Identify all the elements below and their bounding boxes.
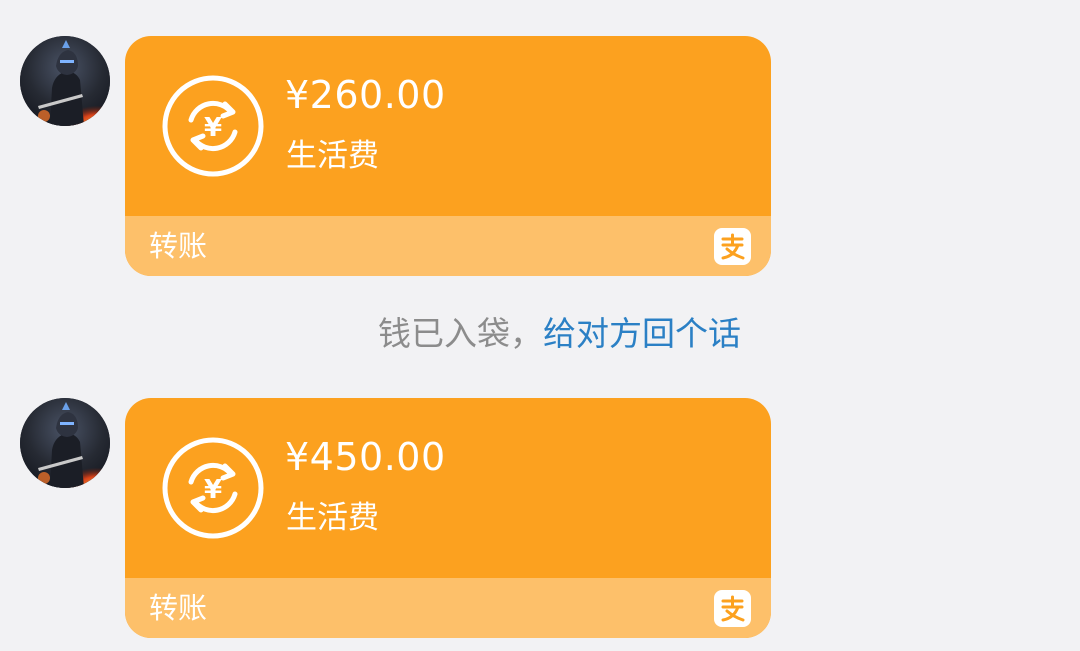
notice-text: 钱已入袋，	[378, 314, 543, 353]
transfer-memo: 生活费	[286, 138, 379, 174]
svg-text:¥: ¥	[204, 113, 222, 143]
avatar[interactable]	[20, 398, 110, 488]
reply-link[interactable]: 给对方回个话	[543, 314, 741, 353]
transfer-label: 转账	[149, 591, 208, 625]
transfer-amount: ¥260.00	[285, 73, 446, 117]
transfer-card-footer: 转账	[125, 578, 771, 638]
avatar[interactable]	[20, 36, 110, 126]
currency-exchange-icon: ¥	[162, 75, 264, 177]
chat-area: ¥ ¥260.00 生活费 转账 钱已入袋，给对方回个话 ¥ ¥450.00 生…	[0, 0, 1080, 651]
transfer-received-notice: 钱已入袋，给对方回个话	[0, 312, 1080, 356]
transfer-card[interactable]: ¥ ¥450.00 生活费 转账	[125, 398, 771, 638]
transfer-label: 转账	[149, 229, 208, 263]
alipay-icon	[714, 228, 751, 265]
transfer-amount: ¥450.00	[285, 435, 446, 479]
transfer-memo: 生活费	[286, 500, 379, 536]
transfer-card-body: ¥ ¥260.00 生活费	[125, 36, 771, 216]
currency-exchange-icon: ¥	[162, 437, 264, 539]
transfer-card[interactable]: ¥ ¥260.00 生活费 转账	[125, 36, 771, 276]
alipay-icon	[714, 590, 751, 627]
transfer-card-footer: 转账	[125, 216, 771, 276]
svg-text:¥: ¥	[204, 475, 222, 505]
transfer-card-body: ¥ ¥450.00 生活费	[125, 398, 771, 578]
